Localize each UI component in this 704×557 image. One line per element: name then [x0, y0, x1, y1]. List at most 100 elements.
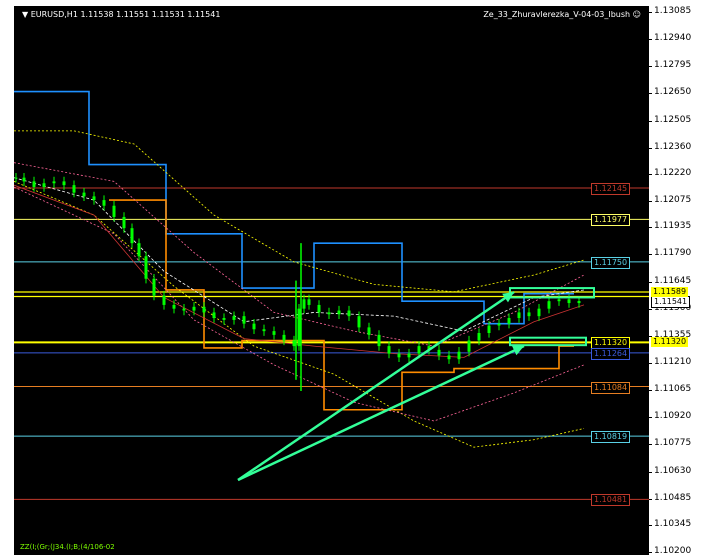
- blue-channel: [14, 90, 574, 325]
- candle-body: [487, 325, 491, 334]
- candle-body: [182, 308, 186, 311]
- candle-body: [377, 334, 381, 347]
- candle-body: [347, 310, 351, 317]
- candle-body: [92, 196, 96, 201]
- axis-tick: [649, 552, 652, 553]
- axis-tick: [649, 254, 652, 256]
- axis-tick: [649, 417, 652, 419]
- axis-label: 1.12940: [654, 33, 692, 44]
- candle-body: [577, 300, 581, 304]
- candle-body: [367, 327, 371, 335]
- price-axis[interactable]: 1.13085 1.12940 1.12795 1.12650 1.12505 1.123…: [649, 6, 704, 556]
- candle-body: [282, 334, 286, 341]
- candle-body: [212, 312, 216, 319]
- axis-label: 1.12505: [654, 114, 692, 125]
- axis-tick: [649, 308, 652, 310]
- level-price-tag: 1.11264: [591, 347, 631, 360]
- candle-body: [437, 349, 441, 356]
- axis-label: 1.10200: [654, 546, 692, 556]
- trend-arrow: [237, 290, 515, 482]
- price-chart[interactable]: [14, 6, 649, 555]
- candle-body: [272, 331, 276, 335]
- axis-tick: [649, 147, 652, 149]
- candle-body: [102, 200, 106, 206]
- axis-label: 1.10345: [654, 518, 692, 529]
- indicator-name-text: Ze_33_Zhuravlerezka_V-04-03_Ibush: [483, 10, 631, 19]
- axis-tick: [649, 524, 652, 526]
- candle-body: [82, 192, 86, 197]
- axis-tick: [649, 66, 652, 68]
- candle-body: [497, 323, 501, 326]
- trend-arrow: [237, 344, 525, 482]
- candle-body: [302, 299, 306, 309]
- candle-body: [527, 312, 531, 317]
- axis-label: 1.13085: [654, 6, 692, 16]
- axis-tick: [649, 201, 652, 203]
- axis-label: 1.10485: [654, 492, 692, 503]
- candle-body: [192, 306, 196, 311]
- candle-body: [42, 183, 46, 188]
- candle-body: [292, 340, 296, 347]
- candle-body: [407, 353, 411, 358]
- candle-body: [387, 346, 391, 354]
- axis-price-tag: 1.11589: [651, 287, 689, 297]
- candle-body: [32, 181, 36, 188]
- candle-body: [507, 318, 511, 324]
- level-price-tag: 1.11750: [591, 256, 631, 269]
- candle-body: [517, 312, 521, 319]
- candle-body: [222, 318, 226, 320]
- upper-band: [14, 130, 585, 293]
- triangle-down-icon[interactable]: ▼: [22, 10, 28, 19]
- axis-price-tag: 1.11320: [651, 337, 689, 348]
- candle-body: [567, 299, 571, 304]
- axis-label: 1.11645: [654, 275, 692, 286]
- symbol-line: EURUSD,H1 1.11538 1.11551 1.11531 1.1154…: [30, 10, 221, 19]
- candle-body: [242, 316, 246, 324]
- candle-body: [144, 256, 148, 279]
- axis-label: 1.10920: [654, 411, 692, 422]
- candle-body: [547, 301, 551, 309]
- axis-label: 1.12360: [654, 141, 692, 152]
- axis-label: 1.10630: [654, 465, 692, 476]
- level-price-tag: 1.10819: [591, 431, 631, 444]
- axis-tick: [649, 390, 652, 392]
- candle-body: [417, 346, 421, 354]
- candle-body: [307, 299, 311, 305]
- axis-label: 1.12220: [654, 167, 692, 178]
- candle-body: [467, 340, 471, 352]
- smiley-face-icon: ☺: [632, 10, 641, 19]
- axis-label: 1.10775: [654, 438, 692, 449]
- axis-tick: [649, 120, 652, 122]
- level-price-tag: 1.11977: [591, 214, 631, 227]
- axis-label: 1.11065: [654, 384, 692, 395]
- candle-body: [317, 304, 321, 313]
- candle-body: [202, 306, 206, 313]
- axis-label: 1.12795: [654, 60, 692, 71]
- candle-body: [112, 205, 116, 217]
- axis-tick: [649, 93, 652, 95]
- axis-label: 1.11935: [654, 221, 692, 232]
- axis-price-tag: 1.11541: [651, 295, 691, 308]
- candle-body: [172, 304, 176, 309]
- axis-tick: [649, 444, 652, 446]
- chart-window[interactable]: ▼ EURUSD,H1 1.11538 1.11551 1.11531 1.11…: [14, 6, 649, 555]
- axis-tick: [649, 471, 652, 473]
- candle-body: [62, 181, 66, 186]
- level-price-tag: 1.10481: [591, 494, 631, 507]
- candle-body: [52, 181, 56, 184]
- candle-body: [130, 228, 134, 244]
- candle-body: [457, 351, 461, 360]
- axis-label: 1.11210: [654, 356, 692, 367]
- candle-body: [252, 323, 256, 330]
- candle-body: [397, 353, 401, 358]
- footer-text: ZZ(I;(Gr;(J34.(I;B;(4/106-02: [20, 543, 115, 551]
- axis-tick: [649, 39, 652, 41]
- candle-body: [477, 333, 481, 341]
- axis-label: 1.12650: [654, 87, 692, 98]
- candle-body: [327, 312, 331, 315]
- axis-tick: [649, 173, 652, 175]
- indicator-label: Ze_33_Zhuravlerezka_V-04-03_Ibush ☺: [483, 10, 641, 19]
- candle-body: [297, 308, 301, 347]
- candle-body: [122, 216, 126, 229]
- candle-body: [14, 177, 18, 179]
